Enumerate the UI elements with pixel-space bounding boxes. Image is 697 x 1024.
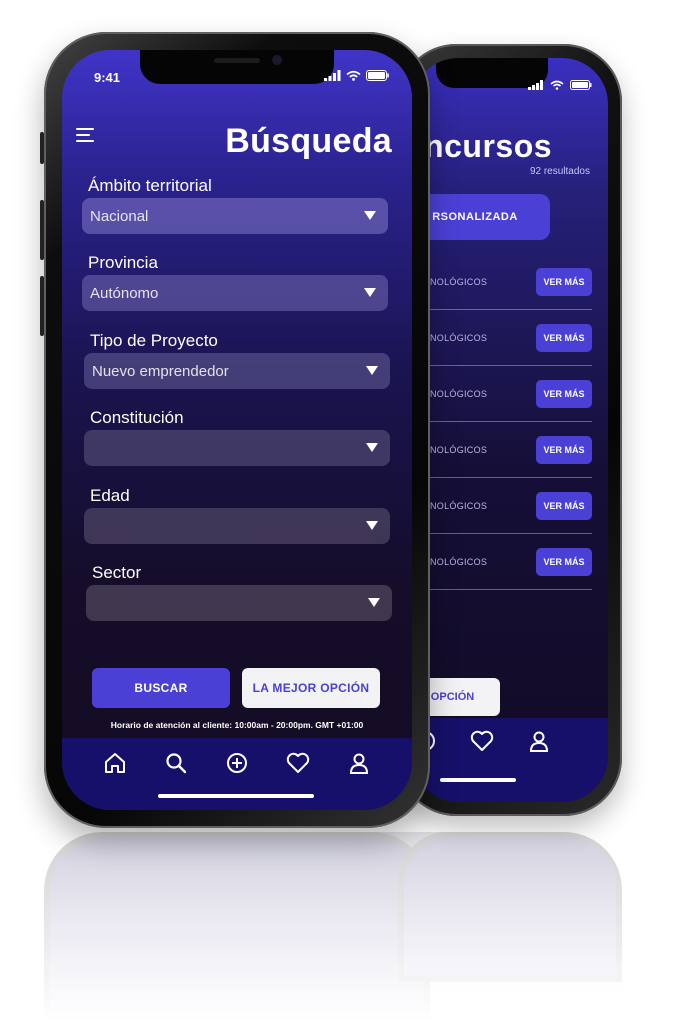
ver-mas-button[interactable]: VER MÁS bbox=[536, 435, 592, 464]
tipo-proyecto-value: Nuevo emprendedor bbox=[92, 362, 229, 380]
chevron-down-icon bbox=[364, 211, 376, 220]
list-item-category: NOLÓGICOS bbox=[430, 444, 488, 455]
status-time: 9:41 bbox=[94, 70, 121, 85]
chevron-down-icon bbox=[366, 443, 378, 452]
volume-down-button bbox=[40, 276, 44, 336]
chevron-down-icon bbox=[368, 598, 380, 607]
constitucion-label: Constitución bbox=[90, 408, 184, 427]
provincia-label: Provincia bbox=[88, 253, 158, 272]
signal-icon bbox=[528, 80, 543, 90]
provincia-value: Autónomo bbox=[90, 284, 159, 302]
edad-select[interactable] bbox=[84, 508, 390, 544]
list-item: NOLÓGICOS VER MÁS bbox=[412, 310, 592, 366]
search-icon bbox=[166, 753, 187, 774]
reflection-back-phone bbox=[398, 832, 622, 982]
nav-search[interactable] bbox=[161, 748, 191, 778]
home-indicator bbox=[158, 794, 314, 798]
user-icon bbox=[349, 753, 369, 774]
service-hours: Horario de atención al cliente: 10:00am … bbox=[110, 720, 364, 730]
mejor-opcion-button[interactable]: LA MEJOR OPCIÓN bbox=[242, 668, 380, 708]
add-icon bbox=[227, 753, 247, 773]
back-page-title: oncursos bbox=[412, 128, 553, 164]
floor-reflection bbox=[44, 832, 622, 1024]
ver-mas-button[interactable]: VER MÁS bbox=[536, 491, 592, 520]
volume-up-button bbox=[40, 200, 44, 260]
notch bbox=[140, 50, 334, 84]
back-screen: oncursos 92 resultados RSONALIZADA NOLÓG… bbox=[412, 58, 608, 802]
heart-icon bbox=[286, 752, 310, 773]
page-title: Búsqueda bbox=[225, 122, 392, 160]
list-item-category: NOLÓGICOS bbox=[430, 276, 488, 287]
nav-profile[interactable] bbox=[344, 748, 374, 778]
camera bbox=[272, 55, 282, 65]
ver-mas-button[interactable]: VER MÁS bbox=[536, 267, 592, 296]
provincia-select[interactable]: Autónomo bbox=[82, 275, 388, 311]
user-icon[interactable] bbox=[528, 730, 550, 752]
personalizada-tab[interactable]: RSONALIZADA bbox=[412, 194, 550, 240]
ver-mas-button[interactable]: VER MÁS bbox=[536, 323, 592, 352]
wifi-icon bbox=[550, 80, 564, 90]
back-bottom-nav bbox=[412, 718, 608, 802]
ambito-select[interactable]: Nacional bbox=[82, 198, 388, 234]
nav-add[interactable] bbox=[222, 748, 252, 778]
concursos-list: NOLÓGICOS VER MÁS NOLÓGICOS VER MÁS NOLÓ… bbox=[412, 254, 592, 590]
front-screen: 9:41 Búsqueda Ámbito territorial Naciona… bbox=[62, 50, 412, 810]
ambito-value: Nacional bbox=[90, 207, 149, 225]
list-item-category: NOLÓGICOS bbox=[430, 500, 488, 511]
nav-favorites[interactable] bbox=[283, 748, 313, 778]
bottom-nav bbox=[62, 738, 412, 810]
list-item: NOLÓGICOS VER MÁS bbox=[412, 478, 592, 534]
status-icons bbox=[324, 70, 390, 81]
signal-icon bbox=[324, 70, 341, 81]
list-item: NOLÓGICOS VER MÁS bbox=[412, 366, 592, 422]
front-phone: 9:41 Búsqueda Ámbito territorial Naciona… bbox=[40, 32, 430, 828]
ver-mas-button[interactable]: VER MÁS bbox=[536, 379, 592, 408]
mute-switch bbox=[40, 132, 44, 164]
list-item: NOLÓGICOS VER MÁS bbox=[412, 534, 592, 590]
battery-icon bbox=[366, 70, 389, 81]
list-item-category: NOLÓGICOS bbox=[430, 332, 488, 343]
heart-icon[interactable] bbox=[470, 730, 494, 752]
sector-label: Sector bbox=[92, 563, 142, 582]
tipo-proyecto-select[interactable]: Nuevo emprendedor bbox=[84, 353, 390, 389]
speaker bbox=[214, 58, 260, 63]
ambito-label: Ámbito territorial bbox=[88, 176, 212, 195]
home-icon bbox=[105, 753, 125, 773]
list-item: NOLÓGICOS VER MÁS bbox=[412, 422, 592, 478]
list-item-category: NOLÓGICOS bbox=[430, 388, 488, 399]
ver-mas-button[interactable]: VER MÁS bbox=[536, 547, 592, 576]
back-home-indicator bbox=[440, 778, 516, 782]
edad-label: Edad bbox=[90, 486, 130, 505]
back-phone: oncursos 92 resultados RSONALIZADA NOLÓG… bbox=[398, 44, 622, 816]
list-item-category: NOLÓGICOS bbox=[430, 556, 488, 567]
chevron-down-icon bbox=[366, 366, 378, 375]
buscar-button[interactable]: BUSCAR bbox=[92, 668, 230, 708]
back-status-bar bbox=[528, 80, 592, 90]
tipo-proyecto-label: Tipo de Proyecto bbox=[90, 331, 218, 350]
sector-select[interactable] bbox=[86, 585, 392, 621]
nav-home[interactable] bbox=[100, 748, 130, 778]
constitucion-select[interactable] bbox=[84, 430, 390, 466]
reflection-front-phone bbox=[44, 832, 430, 1024]
battery-icon bbox=[570, 80, 592, 90]
chevron-down-icon bbox=[364, 288, 376, 297]
menu-icon[interactable] bbox=[76, 128, 98, 142]
wifi-icon bbox=[346, 70, 361, 81]
chevron-down-icon bbox=[366, 521, 378, 530]
list-item: NOLÓGICOS VER MÁS bbox=[412, 254, 592, 310]
results-count: 92 resultados bbox=[529, 166, 590, 177]
